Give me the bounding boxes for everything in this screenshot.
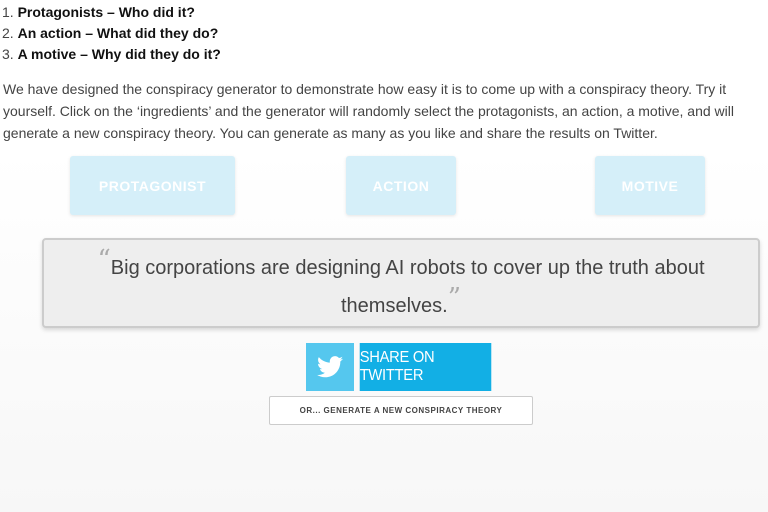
- twitter-bird-icon: [306, 343, 354, 391]
- conspiracy-result-box: “Big corporations are designing AI robot…: [42, 238, 760, 328]
- generate-new-theory-button[interactable]: OR... GENERATE A NEW CONSPIRACY THEORY: [269, 396, 533, 425]
- intro-paragraph: We have designed the conspiracy generato…: [3, 81, 734, 141]
- step-item: 1. Protagonists – Who did it?: [2, 2, 221, 23]
- step-number: 2.: [2, 25, 14, 41]
- step-text: Protagonists – Who did it?: [17, 4, 195, 20]
- ingredient-steps-list: 1. Protagonists – Who did it? 2. An acti…: [2, 2, 221, 65]
- open-quote-icon: “: [97, 245, 111, 275]
- step-item: 2. An action – What did they do?: [2, 23, 221, 44]
- step-text: An action – What did they do?: [17, 25, 219, 41]
- motive-button[interactable]: MOTIVE: [595, 156, 705, 215]
- share-on-twitter-label: SHARE ON TWITTER: [359, 343, 492, 391]
- step-number: 3.: [2, 46, 14, 62]
- share-on-twitter-button[interactable]: SHARE ON TWITTER: [306, 343, 497, 391]
- conspiracy-text-wrap: “Big corporations are designing AI robot…: [84, 245, 718, 321]
- conspiracy-text: Big corporations are designing AI robots…: [110, 257, 705, 317]
- step-number: 1.: [2, 4, 14, 20]
- protagonist-button[interactable]: PROTAGONIST: [70, 156, 235, 215]
- step-item: 3. A motive – Why did they do it?: [2, 44, 221, 65]
- close-quote-icon: ”: [447, 283, 461, 313]
- step-text: A motive – Why did they do it?: [17, 46, 221, 62]
- action-button[interactable]: ACTION: [346, 156, 456, 215]
